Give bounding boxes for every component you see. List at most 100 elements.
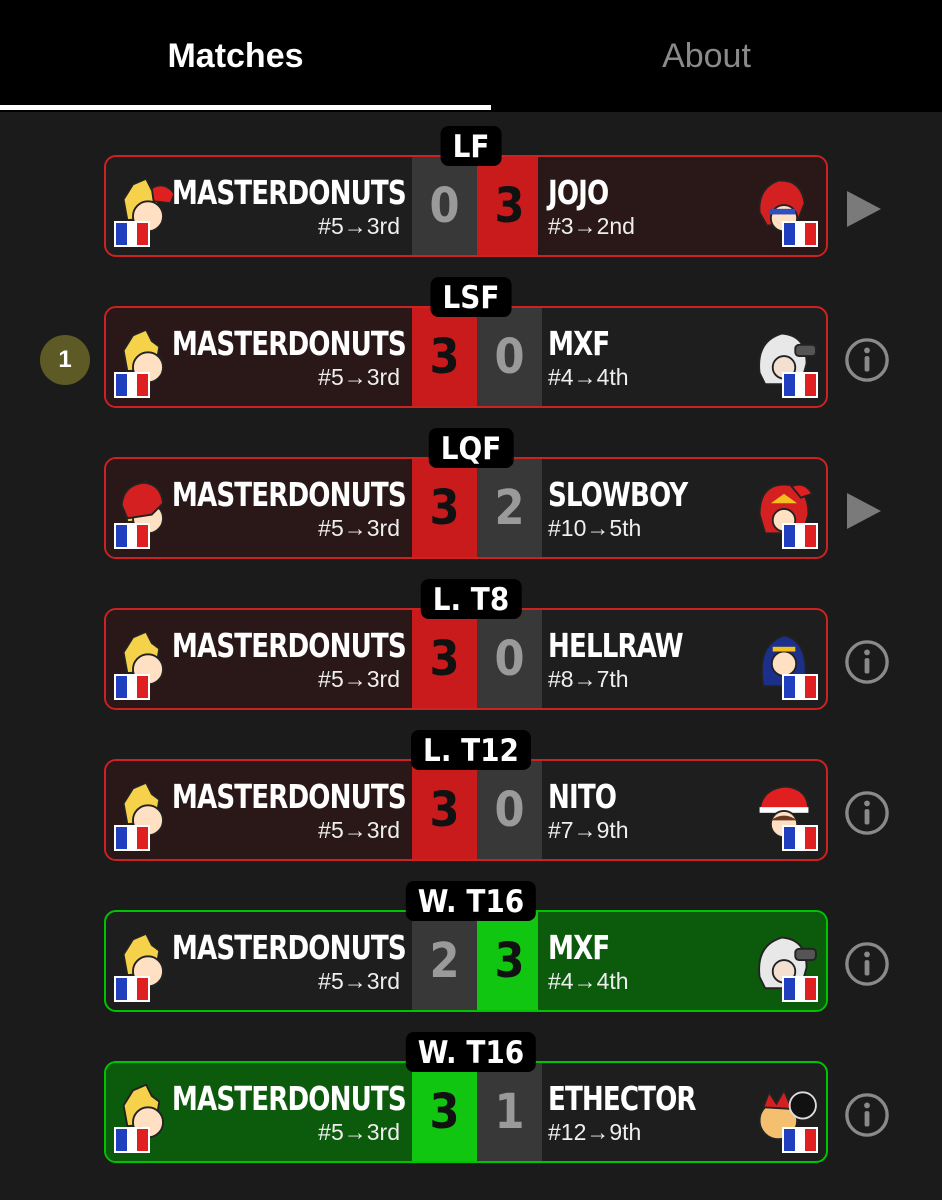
- france-flag-icon: [782, 372, 818, 398]
- player-name: MASTERDONUTS: [172, 475, 407, 514]
- info-icon[interactable]: [844, 639, 890, 685]
- opponent-side: SLOWBOY #10→5th: [538, 459, 826, 557]
- opponent-character-icon: [750, 779, 818, 851]
- opponent-character-icon: [750, 326, 818, 398]
- info-icon[interactable]: [844, 1092, 890, 1138]
- player-name: MASTERDONUTS: [172, 626, 407, 665]
- france-flag-icon: [782, 523, 818, 549]
- opponent-score: 3: [477, 912, 542, 1010]
- opponent-side: HELLRAW #8→7th: [538, 610, 826, 708]
- france-flag-icon: [782, 221, 818, 247]
- match-row: MASTERDONUTS #5→3rd 2 3 MXF #4→4th W. T1…: [0, 867, 942, 1017]
- match-card[interactable]: MASTERDONUTS #5→3rd 3 2 SLOWBOY #10→5th: [104, 457, 828, 559]
- player-seed: #5→3rd: [318, 364, 400, 390]
- round-label: LSF: [430, 277, 512, 317]
- match-card[interactable]: MASTERDONUTS #5→3rd 3 0 MXF #4→4th: [104, 306, 828, 408]
- opponent-seed: #8→7th: [548, 666, 629, 692]
- opponent-seed: #4→4th: [548, 364, 629, 390]
- tab-matches[interactable]: Matches: [0, 0, 471, 112]
- player-name: MASTERDONUTS: [172, 324, 407, 363]
- france-flag-icon: [782, 976, 818, 1002]
- player-seed: #5→3rd: [318, 515, 400, 541]
- france-flag-icon: [114, 221, 150, 247]
- player-name: MASTERDONUTS: [172, 173, 407, 212]
- info-icon[interactable]: [844, 337, 890, 383]
- player-seed: #5→3rd: [318, 968, 400, 994]
- match-row: MASTERDONUTS #5→3rd 3 0 HELLRAW #8→7th L…: [0, 565, 942, 715]
- france-flag-icon: [114, 825, 150, 851]
- player-side: MASTERDONUTS #5→3rd: [106, 308, 412, 406]
- player-name: MASTERDONUTS: [172, 1079, 407, 1118]
- play-icon[interactable]: [840, 488, 886, 534]
- player-side: MASTERDONUTS #5→3rd: [106, 610, 412, 708]
- player-score: 3: [412, 761, 477, 859]
- opponent-side: JOJO #3→2nd: [538, 157, 826, 255]
- player-side: MASTERDONUTS #5→3rd: [106, 1063, 412, 1161]
- match-card[interactable]: MASTERDONUTS #5→3rd 2 3 MXF #4→4th: [104, 910, 828, 1012]
- opponent-score: 2: [477, 459, 542, 557]
- active-tab-indicator: [0, 105, 491, 110]
- france-flag-icon: [114, 674, 150, 700]
- opponent-side: MXF #4→4th: [538, 912, 826, 1010]
- opponent-score: 0: [477, 308, 542, 406]
- round-label: L. T8: [420, 579, 522, 619]
- match-row: MASTERDONUTS #5→3rd 3 2 SLOWBOY #10→5th …: [0, 414, 942, 564]
- france-flag-icon: [114, 976, 150, 1002]
- player-seed: #5→3rd: [318, 817, 400, 843]
- opponent-score: 1: [477, 1063, 542, 1161]
- player-score: 3: [412, 459, 477, 557]
- france-flag-icon: [782, 674, 818, 700]
- opponent-seed: #7→9th: [548, 817, 629, 843]
- opponent-name: ETHECTOR: [548, 1079, 697, 1118]
- info-icon[interactable]: [844, 941, 890, 987]
- player-side: MASTERDONUTS #5→3rd: [106, 157, 412, 255]
- opponent-seed: #12→9th: [548, 1119, 642, 1145]
- opponent-name: NITO: [548, 777, 617, 816]
- player-side: MASTERDONUTS #5→3rd: [106, 459, 412, 557]
- player-score: 3: [412, 610, 477, 708]
- match-card[interactable]: MASTERDONUTS #5→3rd 3 0 NITO #7→9th: [104, 759, 828, 861]
- opponent-score: 0: [477, 761, 542, 859]
- player-score: 0: [412, 157, 477, 255]
- player-score: 3: [412, 308, 477, 406]
- france-flag-icon: [114, 1127, 150, 1153]
- round-label: W. T16: [405, 881, 537, 921]
- opponent-seed: #3→2nd: [548, 213, 635, 239]
- player-score: 3: [412, 1063, 477, 1161]
- match-card[interactable]: MASTERDONUTS #5→3rd 3 1 ETHECTOR #12→9th: [104, 1061, 828, 1163]
- opponent-side: ETHECTOR #12→9th: [538, 1063, 826, 1161]
- france-flag-icon: [114, 523, 150, 549]
- player-score: 2: [412, 912, 477, 1010]
- opponent-side: NITO #7→9th: [538, 761, 826, 859]
- opponent-character-icon: [750, 930, 818, 1002]
- opponent-name: MXF: [548, 928, 610, 967]
- round-label: W. T16: [405, 1032, 537, 1072]
- opponent-character-icon: [750, 1081, 818, 1153]
- france-flag-icon: [782, 1127, 818, 1153]
- match-row: MASTERDONUTS #5→3rd 3 0 NITO #7→9th L. T…: [0, 716, 942, 866]
- player-seed: #5→3rd: [318, 1119, 400, 1145]
- info-icon[interactable]: [844, 790, 890, 836]
- placement-badge: 1: [40, 335, 90, 385]
- opponent-name: SLOWBOY: [548, 475, 688, 514]
- opponent-side: MXF #4→4th: [538, 308, 826, 406]
- play-icon[interactable]: [840, 186, 886, 232]
- tab-bar: Matches About: [0, 0, 942, 112]
- opponent-character-icon: [750, 175, 818, 247]
- player-seed: #5→3rd: [318, 213, 400, 239]
- opponent-name: HELLRAW: [548, 626, 684, 665]
- round-label: LF: [440, 126, 502, 166]
- opponent-character-icon: [750, 477, 818, 549]
- match-card[interactable]: MASTERDONUTS #5→3rd 0 3 JOJO #3→2nd: [104, 155, 828, 257]
- opponent-score: 0: [477, 610, 542, 708]
- match-row: 1 MASTERDONUTS #5→3rd 3 0 MXF #4→4th LSF: [0, 263, 942, 413]
- tab-matches-label: Matches: [167, 36, 304, 75]
- player-name: MASTERDONUTS: [172, 928, 407, 967]
- opponent-character-icon: [750, 628, 818, 700]
- player-side: MASTERDONUTS #5→3rd: [106, 912, 412, 1010]
- tab-about[interactable]: About: [471, 0, 942, 112]
- match-row: MASTERDONUTS #5→3rd 3 1 ETHECTOR #12→9th…: [0, 1018, 942, 1168]
- match-card[interactable]: MASTERDONUTS #5→3rd 3 0 HELLRAW #8→7th: [104, 608, 828, 710]
- opponent-score: 3: [477, 157, 542, 255]
- round-label: LQF: [428, 428, 514, 468]
